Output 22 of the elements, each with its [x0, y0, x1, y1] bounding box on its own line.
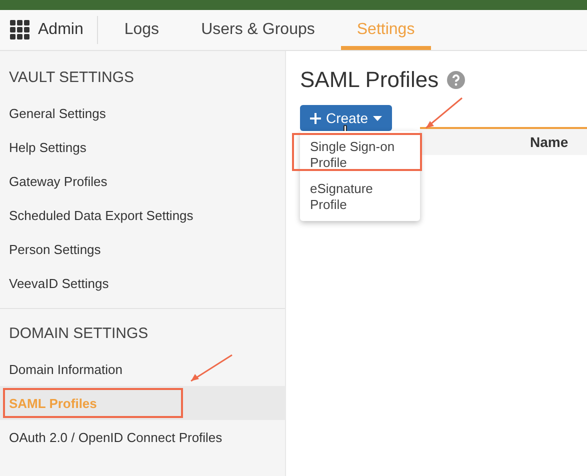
plus-icon	[310, 112, 321, 124]
nav-tab[interactable]: Logs	[108, 10, 176, 50]
menu-item[interactable]: Single Sign-on Profile	[300, 134, 420, 176]
column-header[interactable]: Name	[530, 134, 568, 150]
help-icon[interactable]	[446, 71, 465, 89]
app-grid-icon[interactable]	[10, 20, 30, 40]
sidebar-item[interactable]: Domain Information	[0, 352, 285, 386]
page-title: SAML Profiles	[300, 67, 439, 93]
sidebar-item[interactable]: General Settings	[0, 96, 285, 130]
nav-tab[interactable]: Users & Groups	[185, 10, 331, 50]
section-heading: VAULT SETTINGS	[8, 68, 136, 88]
caret-icon	[373, 116, 382, 120]
menu-item[interactable]: eSignature Profile	[300, 176, 420, 218]
create-button[interactable]: Create	[300, 105, 392, 131]
sidebar-item[interactable]: Scheduled Data Export Settings	[0, 198, 285, 232]
section-heading: DOMAIN SETTINGS	[8, 324, 150, 344]
sidebar-item[interactable]: Person Settings	[0, 232, 285, 266]
sidebar-item[interactable]: VeevaID Settings	[0, 266, 285, 300]
app-title: Admin	[30, 16, 98, 44]
sidebar-item[interactable]: Gateway Profiles	[0, 164, 285, 198]
sidebar-item[interactable]: Help Settings	[0, 130, 285, 164]
sidebar-item[interactable]: OAuth 2.0 / OpenID Connect Profiles	[0, 420, 285, 454]
